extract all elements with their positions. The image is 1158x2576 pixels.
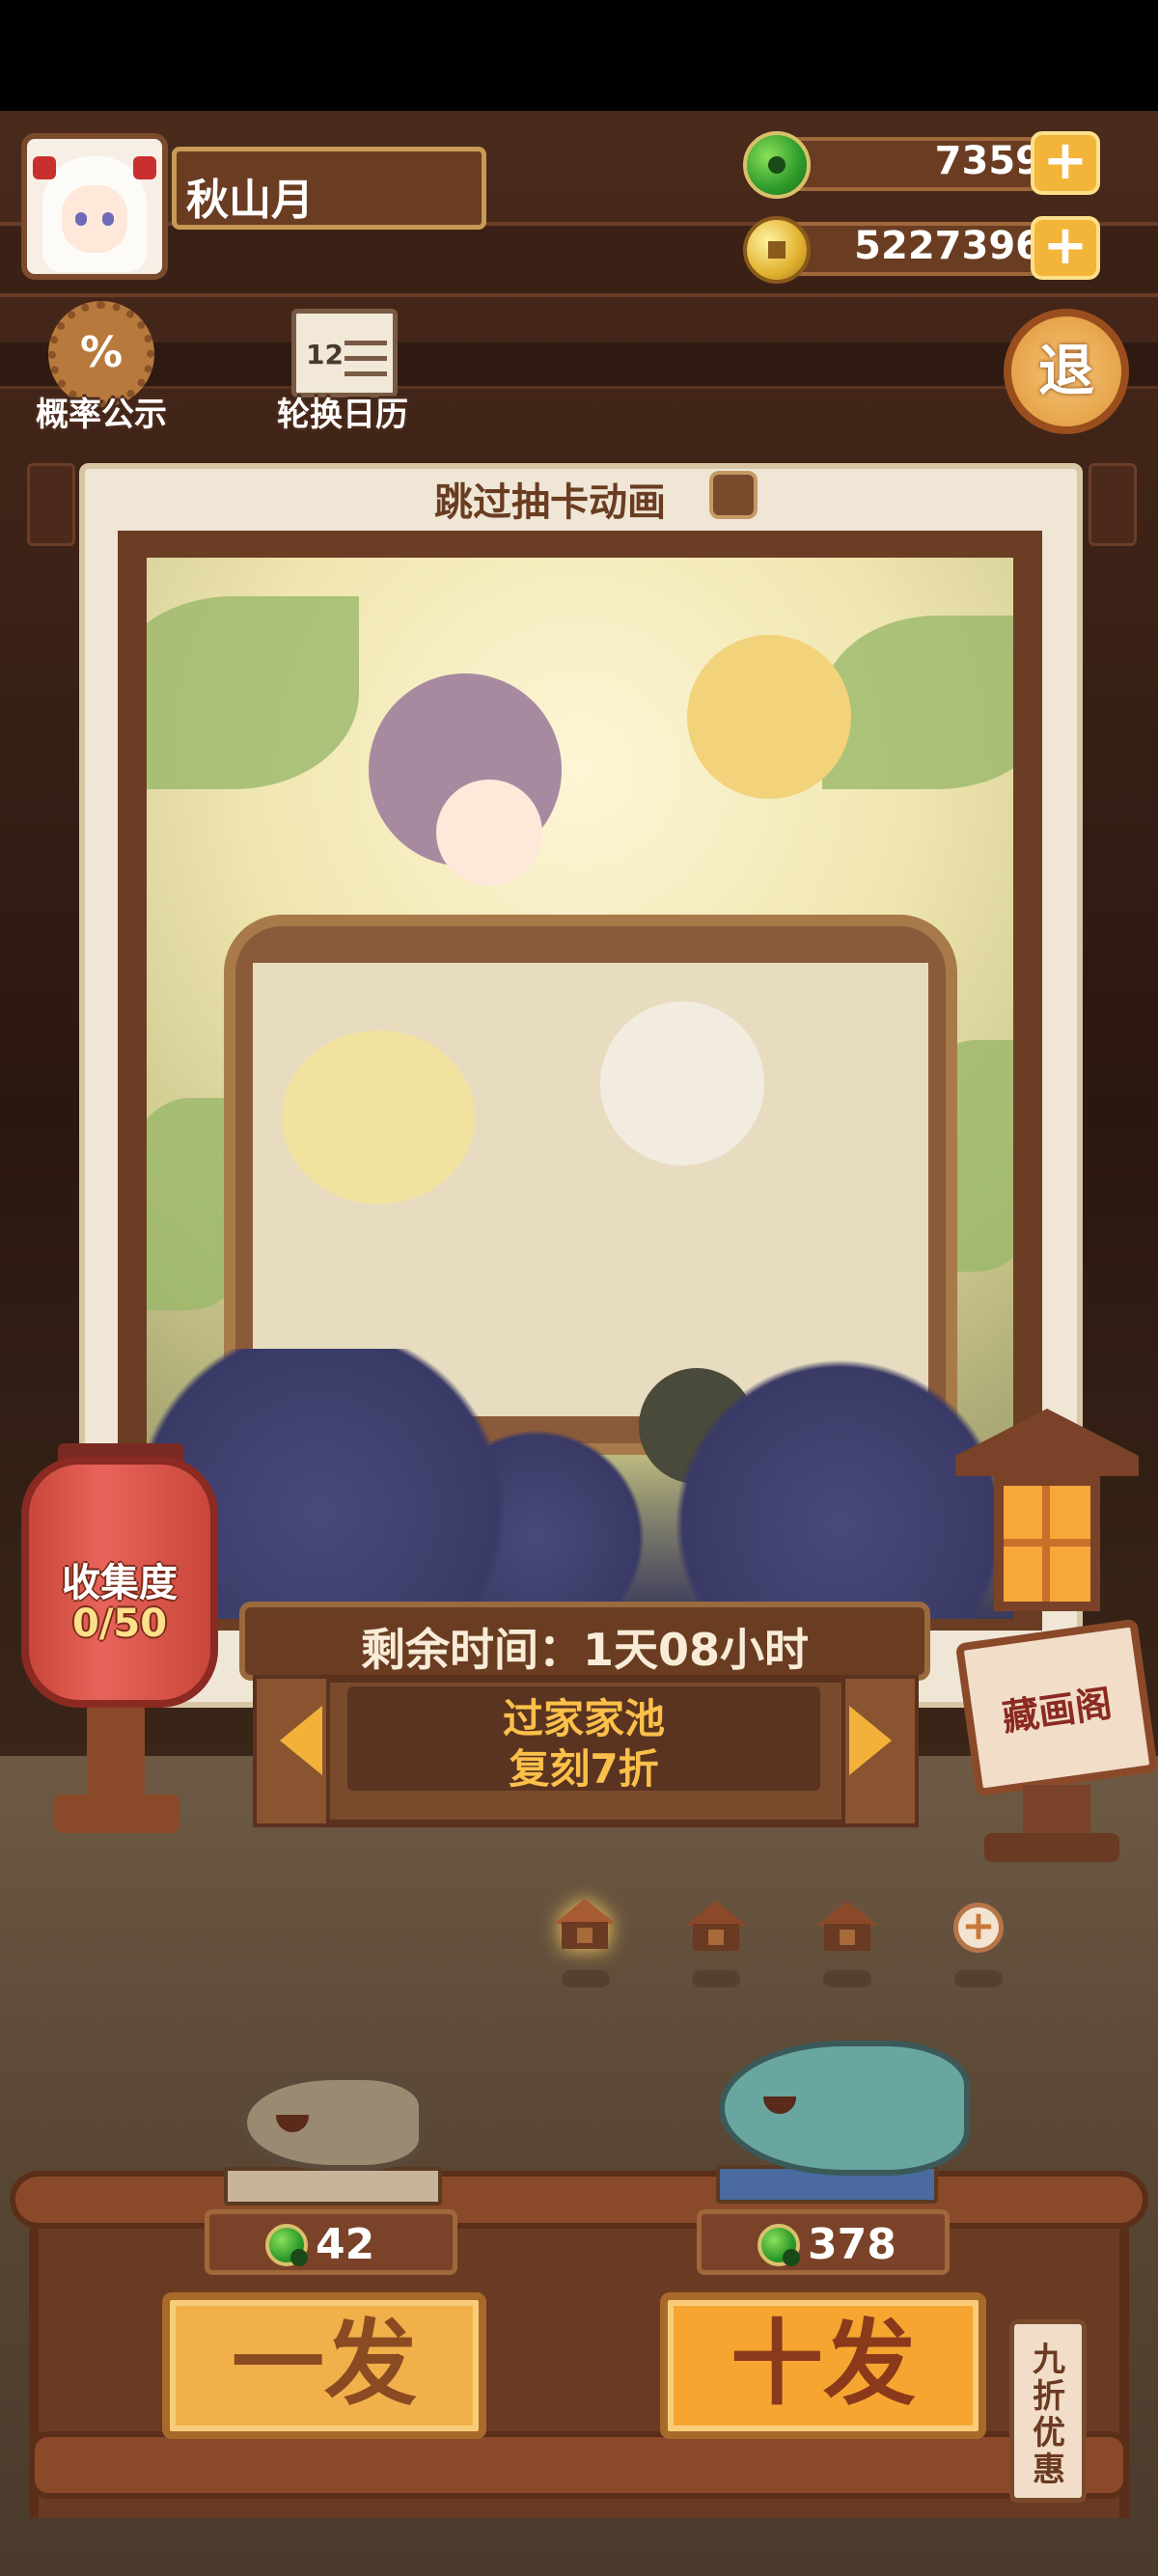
- pool-illustration: [147, 558, 1013, 1619]
- dot-shadow: [562, 1970, 610, 1987]
- percent-icon: %: [79, 328, 124, 377]
- lantern-base: [54, 1795, 179, 1833]
- counter-top: [10, 2171, 1148, 2229]
- discount-tag: 九折优惠: [1009, 2319, 1087, 2503]
- next-pool-arrow-icon[interactable]: [849, 1706, 892, 1775]
- add-pool-icon[interactable]: +: [953, 1903, 1004, 1953]
- skip-animation-checkbox[interactable]: [709, 471, 758, 519]
- gallery-sign-label: 藏画阁: [999, 1682, 1115, 1740]
- calendar-button[interactable]: 12: [291, 309, 398, 397]
- status-bar: [0, 0, 1158, 111]
- small-fish-icon: [241, 2074, 425, 2171]
- jade-icon: [743, 131, 811, 199]
- jade-icon: [265, 2224, 308, 2266]
- coin-icon: [743, 216, 811, 284]
- pool-page-dot[interactable]: [685, 1901, 747, 1951]
- player-name: 秋山月: [186, 176, 314, 225]
- single-draw-cost: 42: [205, 2209, 457, 2275]
- remaining-time-bar: 剩余时间：1天08小时: [239, 1602, 930, 1681]
- sign-base: [984, 1833, 1119, 1862]
- book-left: [224, 2167, 442, 2206]
- pool-page-dot-active[interactable]: [554, 1899, 616, 1949]
- pool-discount: 复刻7折: [509, 1745, 659, 1793]
- gallery-sign[interactable]: 藏画阁: [954, 1618, 1158, 1797]
- pillar-left: [27, 463, 75, 546]
- roof-beam-lower: [0, 343, 1158, 389]
- single-draw-button[interactable]: 一发: [162, 2292, 486, 2439]
- probability-label[interactable]: 概率公示: [19, 388, 183, 435]
- lamp-icon: [994, 1476, 1100, 1611]
- add-jade-button[interactable]: +: [1031, 131, 1100, 195]
- jade-icon: [758, 2224, 800, 2266]
- collection-lantern[interactable]: 收集度 0/50: [21, 1457, 218, 1708]
- exit-button[interactable]: 退: [1004, 309, 1129, 434]
- ten-draw-cost-value: 378: [808, 2220, 896, 2269]
- gold-currency: 5227396 +: [743, 216, 1100, 284]
- gold-amount: 5227396: [854, 224, 1042, 268]
- pool-page-dot[interactable]: [816, 1901, 878, 1951]
- player-name-box: 秋山月: [172, 147, 486, 230]
- single-draw-cost-value: 42: [316, 2220, 375, 2269]
- calendar-icon-number: 12: [306, 339, 344, 370]
- ten-draw-cost: 378: [697, 2209, 950, 2275]
- lantern-post: [87, 1708, 145, 1795]
- dot-shadow: [823, 1970, 871, 1987]
- collection-value: 0/50: [71, 1602, 168, 1646]
- collection-title: 收集度: [62, 1561, 178, 1605]
- counter-base: [29, 2431, 1129, 2499]
- remaining-time: 剩余时间：1天08小时: [360, 1624, 810, 1676]
- prev-pool-arrow-icon[interactable]: [280, 1706, 322, 1775]
- pillar-right: [1089, 463, 1137, 546]
- big-fish-icon: [719, 2041, 970, 2176]
- skip-animation-label: 跳过抽卡动画: [434, 480, 666, 525]
- calendar-label[interactable]: 轮换日历: [261, 388, 425, 435]
- dot-shadow: [692, 1970, 740, 1987]
- player-avatar[interactable]: [21, 133, 168, 280]
- jade-amount: 7359: [934, 139, 1042, 183]
- discount-tag-text: 九折优惠: [1033, 2341, 1065, 2489]
- dot-shadow: [954, 1970, 1003, 1987]
- add-gold-button[interactable]: +: [1031, 216, 1100, 280]
- ten-draw-button[interactable]: 十发: [660, 2292, 986, 2439]
- jade-currency: 7359 +: [743, 131, 1100, 199]
